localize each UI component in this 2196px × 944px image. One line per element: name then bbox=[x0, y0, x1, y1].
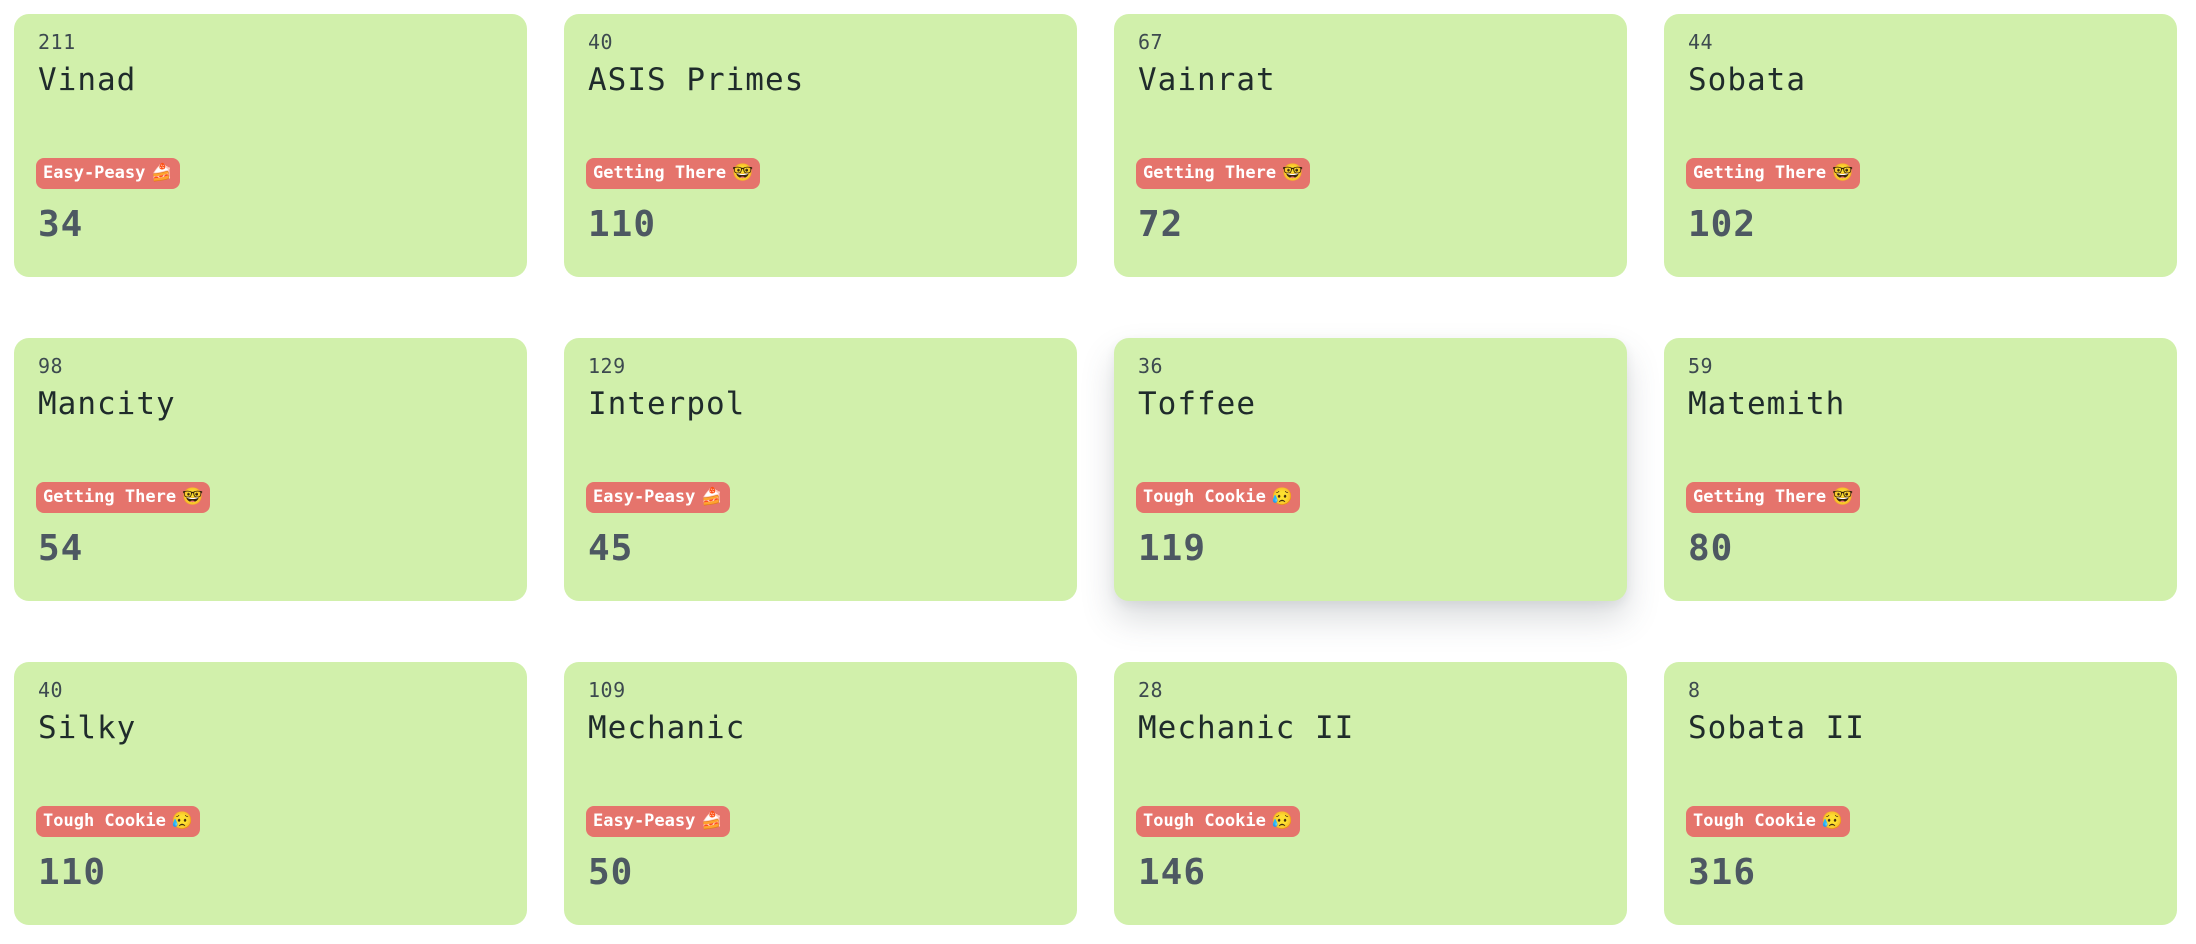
card-id: 44 bbox=[1688, 30, 1714, 54]
card-score: 72 bbox=[1138, 204, 1184, 245]
card-id: 98 bbox=[38, 354, 64, 378]
difficulty-label: Getting There bbox=[43, 487, 177, 507]
card[interactable]: 44 Sobata Getting There 🤓 102 bbox=[1664, 14, 2177, 277]
difficulty-badge: Easy-Peasy 🍰 bbox=[586, 806, 730, 837]
difficulty-label: Getting There bbox=[1693, 163, 1827, 183]
card-score: 146 bbox=[1138, 852, 1207, 893]
nerd-face-icon: 🤓 bbox=[732, 163, 754, 183]
card[interactable]: 98 Mancity Getting There 🤓 54 bbox=[14, 338, 527, 601]
card-id: 40 bbox=[38, 678, 64, 702]
card-score: 50 bbox=[588, 852, 634, 893]
card-id: 211 bbox=[38, 30, 76, 54]
card-name: Mechanic bbox=[588, 710, 746, 746]
card-score: 119 bbox=[1138, 528, 1207, 569]
cake-icon: 🍰 bbox=[151, 163, 173, 183]
card[interactable]: 40 ASIS Primes Getting There 🤓 110 bbox=[564, 14, 1077, 277]
card-score: 80 bbox=[1688, 528, 1734, 569]
card-id: 40 bbox=[588, 30, 614, 54]
difficulty-badge: Getting There 🤓 bbox=[586, 158, 761, 189]
card-id: 67 bbox=[1138, 30, 1164, 54]
nerd-face-icon: 🤓 bbox=[1282, 163, 1304, 183]
card-id: 36 bbox=[1138, 354, 1164, 378]
difficulty-badge: Tough Cookie 😥 bbox=[1136, 806, 1300, 837]
card-id: 109 bbox=[588, 678, 626, 702]
card-score: 316 bbox=[1688, 852, 1757, 893]
card-grid: 211 Vinad Easy-Peasy 🍰 34 40 ASIS Primes … bbox=[14, 14, 2177, 925]
card[interactable]: 109 Mechanic Easy-Peasy 🍰 50 bbox=[564, 662, 1077, 925]
difficulty-label: Tough Cookie bbox=[1143, 487, 1266, 507]
card-name: Toffee bbox=[1138, 386, 1256, 422]
nerd-face-icon: 🤓 bbox=[1832, 163, 1854, 183]
difficulty-badge: Getting There 🤓 bbox=[1686, 158, 1861, 189]
card-name: Silky bbox=[38, 710, 137, 746]
card[interactable]: 67 Vainrat Getting There 🤓 72 bbox=[1114, 14, 1627, 277]
difficulty-badge: Tough Cookie 😥 bbox=[1686, 806, 1850, 837]
sweat-face-icon: 😥 bbox=[171, 811, 193, 831]
card-score: 34 bbox=[38, 204, 84, 245]
difficulty-label: Easy-Peasy bbox=[43, 163, 146, 183]
difficulty-badge: Getting There 🤓 bbox=[36, 482, 211, 513]
cake-icon: 🍰 bbox=[701, 487, 723, 507]
card-name: Sobata bbox=[1688, 62, 1806, 98]
card[interactable]: 36 Toffee Tough Cookie 😥 119 bbox=[1114, 338, 1627, 601]
difficulty-label: Getting There bbox=[1143, 163, 1277, 183]
difficulty-label: Tough Cookie bbox=[1693, 811, 1816, 831]
card-name: Interpol bbox=[588, 386, 746, 422]
card-id: 59 bbox=[1688, 354, 1714, 378]
difficulty-label: Tough Cookie bbox=[1143, 811, 1266, 831]
difficulty-label: Easy-Peasy bbox=[593, 811, 696, 831]
difficulty-label: Getting There bbox=[1693, 487, 1827, 507]
card[interactable]: 28 Mechanic II Tough Cookie 😥 146 bbox=[1114, 662, 1627, 925]
card-score: 54 bbox=[38, 528, 84, 569]
card-score: 45 bbox=[588, 528, 634, 569]
card[interactable]: 40 Silky Tough Cookie 😥 110 bbox=[14, 662, 527, 925]
card-name: Matemith bbox=[1688, 386, 1846, 422]
card-name: Sobata II bbox=[1688, 710, 1865, 746]
card-name: Mancity bbox=[38, 386, 176, 422]
card-score: 110 bbox=[38, 852, 107, 893]
cake-icon: 🍰 bbox=[701, 811, 723, 831]
nerd-face-icon: 🤓 bbox=[1832, 487, 1854, 507]
card-id: 28 bbox=[1138, 678, 1164, 702]
card-id: 8 bbox=[1688, 678, 1701, 702]
card-name: Mechanic II bbox=[1138, 710, 1355, 746]
difficulty-badge: Tough Cookie 😥 bbox=[36, 806, 200, 837]
difficulty-badge: Easy-Peasy 🍰 bbox=[586, 482, 730, 513]
card[interactable]: 59 Matemith Getting There 🤓 80 bbox=[1664, 338, 2177, 601]
card[interactable]: 129 Interpol Easy-Peasy 🍰 45 bbox=[564, 338, 1077, 601]
difficulty-badge: Getting There 🤓 bbox=[1686, 482, 1861, 513]
card-id: 129 bbox=[588, 354, 626, 378]
difficulty-badge: Tough Cookie 😥 bbox=[1136, 482, 1300, 513]
card[interactable]: 8 Sobata II Tough Cookie 😥 316 bbox=[1664, 662, 2177, 925]
card-name: Vainrat bbox=[1138, 62, 1276, 98]
difficulty-label: Tough Cookie bbox=[43, 811, 166, 831]
card-name: Vinad bbox=[38, 62, 137, 98]
difficulty-badge: Getting There 🤓 bbox=[1136, 158, 1311, 189]
card-score: 110 bbox=[588, 204, 657, 245]
difficulty-badge: Easy-Peasy 🍰 bbox=[36, 158, 180, 189]
sweat-face-icon: 😥 bbox=[1271, 811, 1293, 831]
sweat-face-icon: 😥 bbox=[1821, 811, 1843, 831]
card[interactable]: 211 Vinad Easy-Peasy 🍰 34 bbox=[14, 14, 527, 277]
difficulty-label: Getting There bbox=[593, 163, 727, 183]
nerd-face-icon: 🤓 bbox=[182, 487, 204, 507]
difficulty-label: Easy-Peasy bbox=[593, 487, 696, 507]
sweat-face-icon: 😥 bbox=[1271, 487, 1293, 507]
card-score: 102 bbox=[1688, 204, 1757, 245]
card-name: ASIS Primes bbox=[588, 62, 805, 98]
